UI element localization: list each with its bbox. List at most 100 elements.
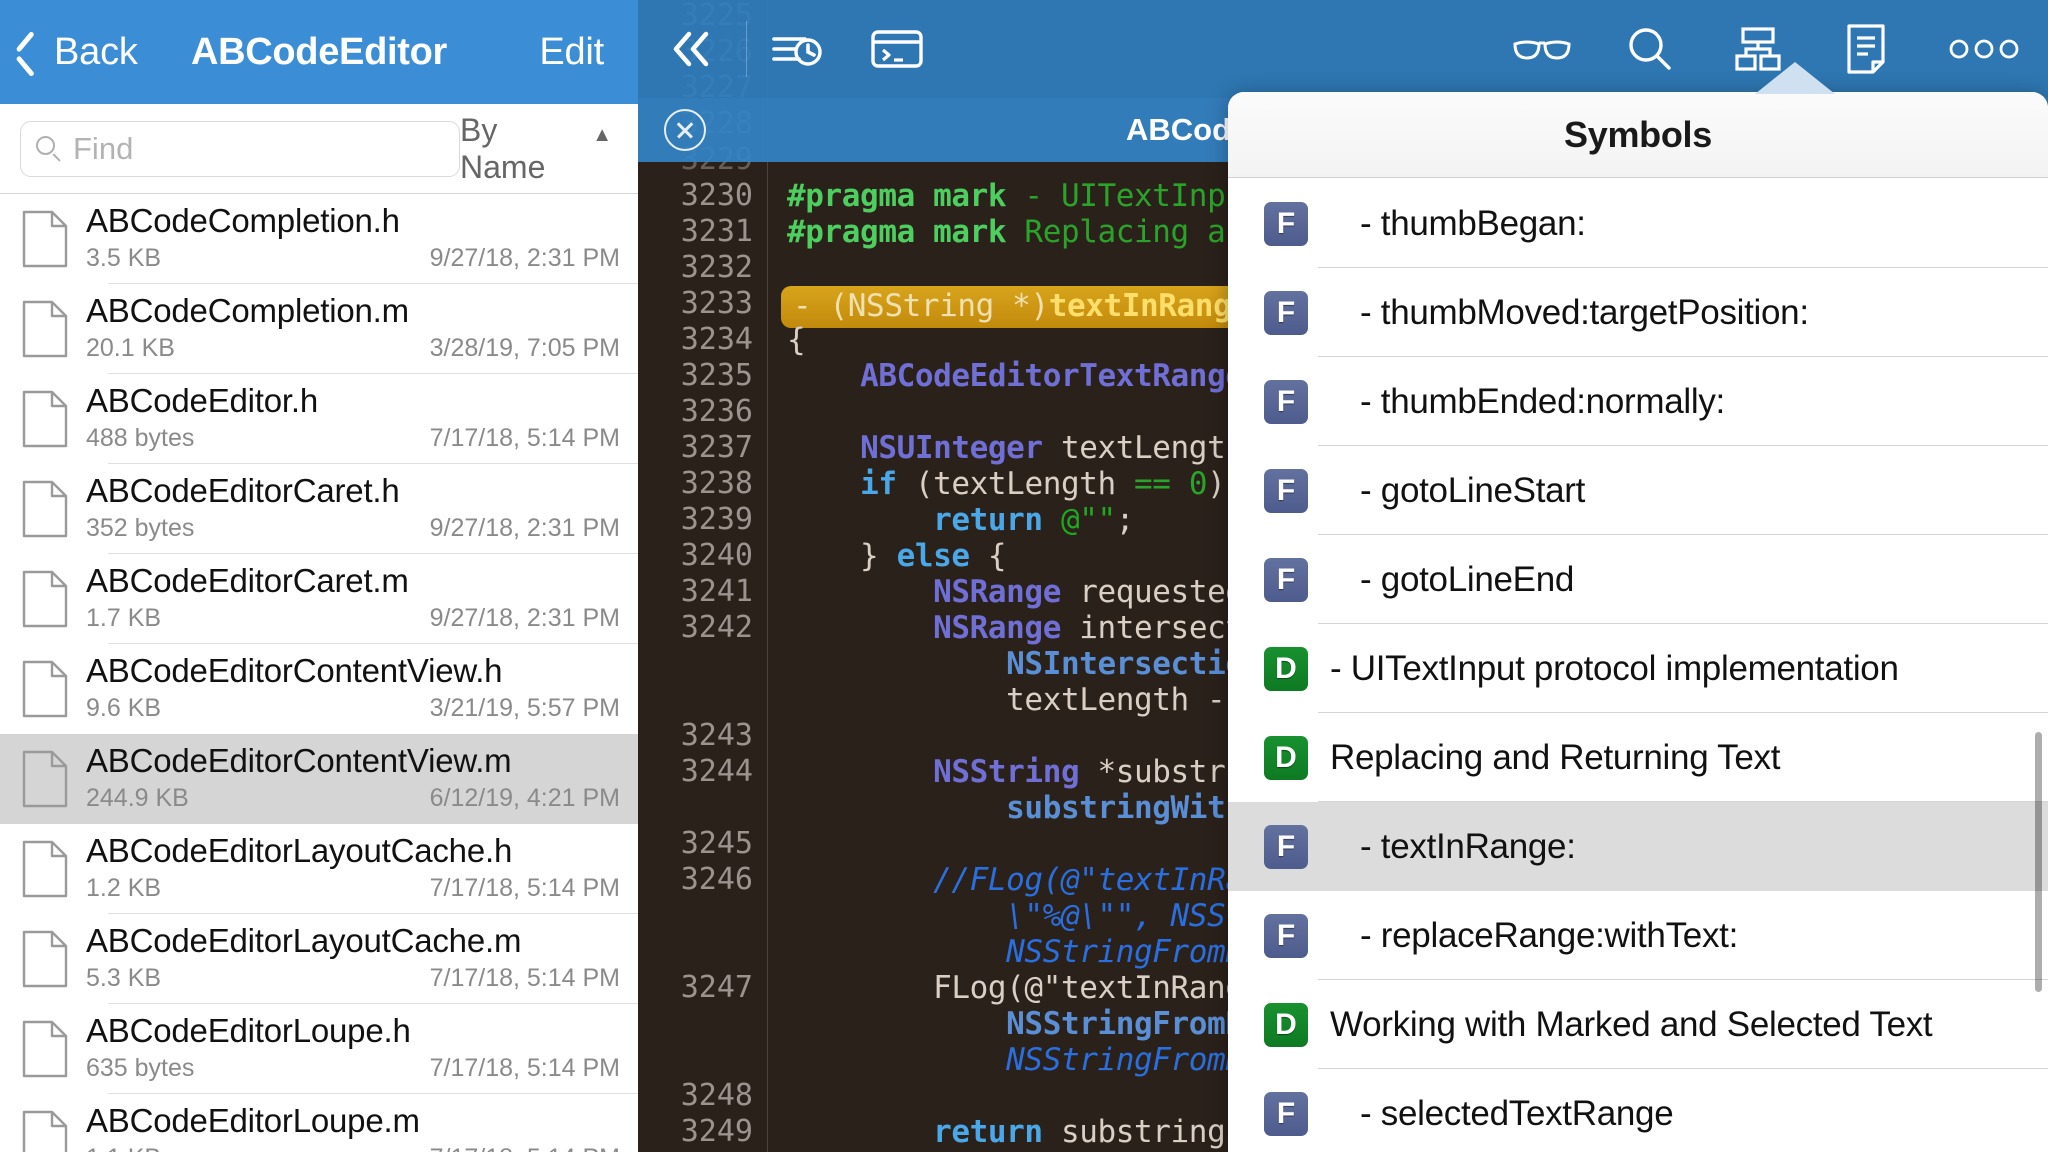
document-file-icon (22, 750, 68, 808)
chevron-double-left-icon (673, 31, 709, 67)
file-size: 352 bytes (86, 514, 195, 542)
file-size: 488 bytes (86, 424, 195, 452)
file-date: 7/17/18, 5:14 PM (429, 424, 620, 452)
symbol-list-item[interactable]: F - textInRange: (1228, 802, 2048, 891)
file-size: 1.1 KB (86, 1144, 161, 1152)
symbol-list-item[interactable]: F - gotoLineEnd (1228, 535, 2048, 624)
symbol-list-item[interactable]: F - thumbBegan: (1228, 179, 2048, 268)
sort-by-button[interactable]: By Name ▲ (460, 112, 618, 186)
symbol-list-item[interactable]: D - UITextInput protocol implementation (1228, 624, 2048, 713)
symbol-list-item[interactable]: F - replaceRange:withText: (1228, 891, 2048, 980)
file-date: 3/28/19, 7:05 PM (429, 334, 620, 362)
file-row[interactable]: ABCodeEditorCaret.m 1.7 KB 9/27/18, 2:31 P… (0, 554, 638, 644)
search-icon (35, 135, 63, 163)
file-name: ABCodeEditorCaret.m (86, 562, 409, 599)
document-file-icon (22, 1020, 68, 1078)
file-row[interactable]: ABCodeEditorLoupe.h 635 bytes 7/17/18, 5:1… (0, 1004, 638, 1094)
symbol-label: - thumbEnded:normally: (1360, 381, 1725, 421)
code-line: } else { (787, 538, 1007, 574)
symbol-kind-badge: F (1264, 379, 1308, 424)
console-button[interactable] (847, 0, 947, 98)
back-button[interactable]: Back (0, 30, 138, 74)
search-row: By Name ▲ (0, 104, 638, 194)
file-date: 3/21/19, 5:57 PM (429, 694, 620, 722)
symbol-list-item[interactable]: D Replacing and Returning Text (1228, 713, 2048, 802)
file-list[interactable]: ABCodeCompletion.h 3.5 KB 9/27/18, 2:31 PM… (0, 194, 638, 1152)
edit-button[interactable]: Edit (539, 31, 638, 74)
sort-by-label: By Name (460, 111, 546, 185)
symbol-kind-badge: F (1264, 913, 1308, 958)
symbol-kind-badge: F (1264, 1091, 1308, 1136)
symbol-list-item[interactable]: F - thumbEnded:normally: (1228, 357, 2048, 446)
search-button[interactable] (1596, 0, 1704, 98)
symbol-list-item[interactable]: F - gotoLineStart (1228, 446, 2048, 535)
file-name: ABCodeEditorLayoutCache.h (86, 832, 513, 869)
symbol-list-scrollbar[interactable] (2035, 732, 2042, 992)
line-number: 3249 (680, 1114, 753, 1149)
line-number: 3246 (680, 862, 753, 897)
symbol-kind-badge: F (1264, 824, 1308, 869)
file-row[interactable]: ABCodeEditorCaret.h 352 bytes 9/27/18, 2:3… (0, 464, 638, 554)
symbol-label: Replacing and Returning Text (1330, 737, 1781, 777)
file-name: ABCodeEditorContentView.m (86, 742, 512, 779)
file-name: ABCodeEditor.h (86, 382, 319, 419)
popover-header: Symbols (1228, 92, 2048, 178)
line-number: 3247 (680, 970, 753, 1005)
line-number: 3238 (680, 466, 753, 501)
document-file-icon (22, 660, 68, 718)
file-name: ABCodeEditorContentView.h (86, 652, 503, 689)
symbol-list-item[interactable]: F - thumbMoved:targetPosition: (1228, 268, 2048, 357)
app-root: Back ABCodeEditor Edit By Name ▲ ABCodeC… (0, 0, 2048, 1152)
line-number: 3239 (680, 502, 753, 537)
file-name: ABCodeCompletion.m (86, 292, 409, 329)
symbol-list-item[interactable]: D Working with Marked and Selected Text (1228, 980, 2048, 1069)
file-row[interactable]: ABCodeEditor.h 488 bytes 7/17/18, 5:14 PM (0, 374, 638, 464)
file-name: ABCodeEditorLoupe.h (86, 1012, 411, 1049)
search-box[interactable] (20, 120, 460, 177)
file-date: 7/17/18, 5:14 PM (430, 1144, 620, 1152)
line-number: 3241 (680, 574, 753, 609)
line-number: 3236 (680, 394, 753, 429)
file-size: 244.9 KB (86, 784, 189, 812)
file-row[interactable]: ABCodeCompletion.h 3.5 KB 9/27/18, 2:31 PM (0, 194, 638, 284)
file-date: 9/27/18, 2:31 PM (429, 514, 620, 542)
symbol-list[interactable]: F - thumbBegan: F - thumbMoved:targetPositi… (1228, 179, 2048, 1152)
line-number: 3231 (680, 214, 753, 249)
close-icon[interactable] (664, 109, 706, 151)
symbol-label: - textInRange: (1360, 826, 1576, 866)
line-number: 3234 (680, 322, 753, 357)
file-size: 1.7 KB (86, 604, 162, 632)
chevron-left-icon (22, 30, 48, 74)
symbol-label: - UITextInput protocol implementation (1330, 648, 1899, 688)
file-browser-sidebar: Back ABCodeEditor Edit By Name ▲ ABCodeC… (0, 0, 638, 1152)
file-row[interactable]: ABCodeEditorContentView.h 9.6 KB 3/21/19, … (0, 644, 638, 734)
code-line: if (textLength == 0) { (860, 466, 1262, 502)
file-size: 9.6 KB (86, 694, 162, 722)
file-row[interactable]: ABCodeEditorLayoutCache.m 5.3 KB 7/17/18, … (0, 914, 638, 1004)
file-date: 7/17/18, 5:14 PM (429, 874, 620, 902)
more-options-button[interactable] (1920, 0, 2048, 98)
line-number: 3232 (680, 250, 753, 285)
symbols-popover: Symbols F - thumbBegan: F - thumbMoved:targ… (1228, 92, 2048, 1152)
file-row[interactable]: ABCodeEditorLayoutCache.h 1.2 KB 7/17/18, … (0, 824, 638, 914)
line-number: 3235 (680, 358, 753, 393)
document-icon (1847, 24, 1885, 74)
line-number: 3230 (680, 178, 753, 213)
file-size: 1.2 KB (86, 874, 162, 902)
terminal-console-icon (871, 30, 923, 68)
file-size: 5.3 KB (86, 964, 162, 992)
recents-history-button[interactable] (747, 0, 847, 98)
file-row[interactable]: ABCodeCompletion.m 20.1 KB 3/28/19, 7:05 P… (0, 284, 638, 374)
history-list-icon (772, 37, 822, 66)
search-input[interactable] (73, 130, 445, 167)
file-size: 635 bytes (86, 1054, 195, 1082)
file-date: 7/17/18, 5:14 PM (429, 1054, 620, 1082)
document-file-icon (22, 480, 68, 538)
file-row[interactable]: ABCodeEditorLoupe.m 1.1 KB 7/17/18, 5:14 P… (0, 1094, 638, 1152)
symbol-kind-badge: F (1264, 557, 1308, 602)
file-row[interactable]: ABCodeEditorContentView.m 244.9 KB 6/12/19… (0, 734, 638, 824)
symbol-list-item[interactable]: F - selectedTextRange (1228, 1069, 2048, 1152)
collapse-sidebar-button[interactable] (638, 0, 746, 98)
editor-toolbar (638, 0, 2048, 98)
reader-mode-button[interactable] (1488, 0, 1596, 98)
